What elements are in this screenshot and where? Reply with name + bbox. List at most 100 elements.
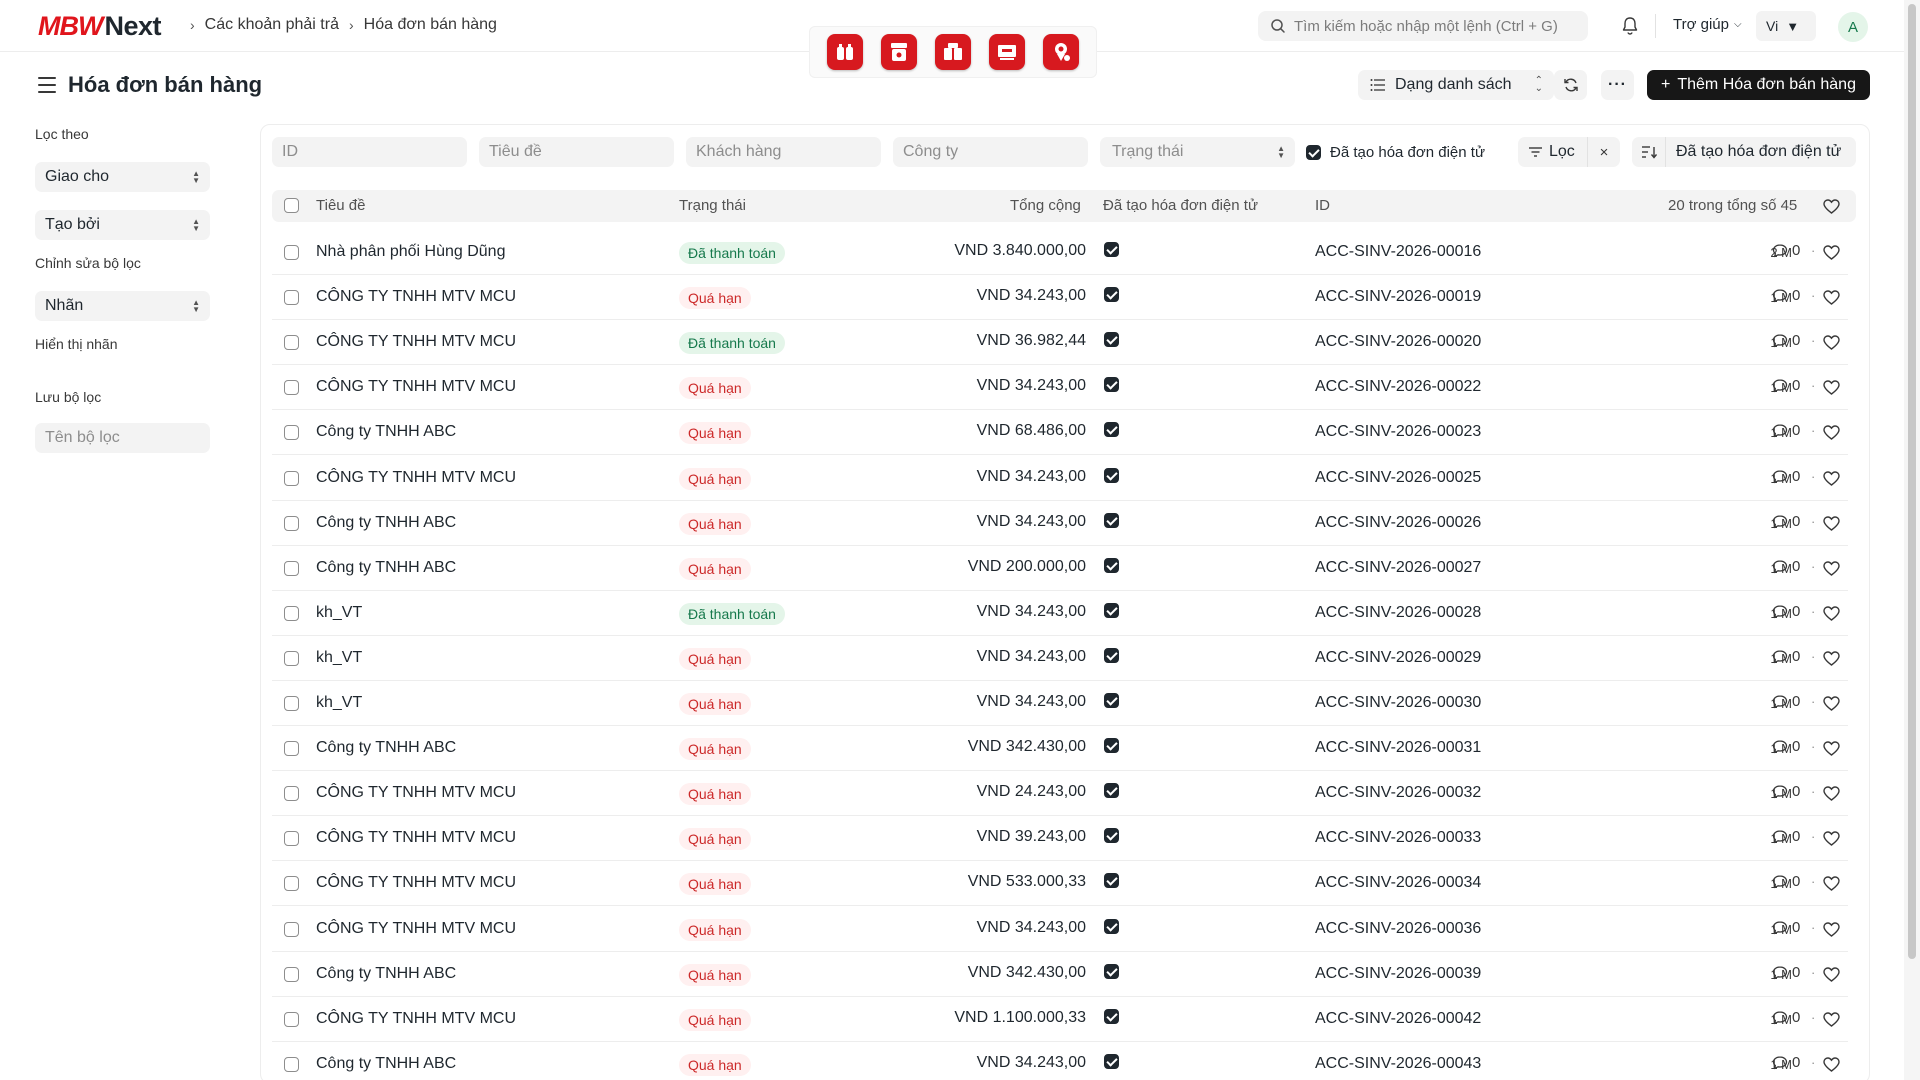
list-row[interactable]: CÔNG TY TNHH MTV MCU Quá hạn VND 34.243,00… <box>272 907 1848 952</box>
row-checkbox[interactable] <box>284 425 299 440</box>
row-title[interactable]: Công ty TNHH ABC <box>316 739 456 757</box>
row-title[interactable]: Công ty TNHH ABC <box>316 559 456 577</box>
comment-count[interactable]: 0 <box>1772 693 1800 710</box>
list-row[interactable]: CÔNG TY TNHH MTV MCU Đã thanh toán VND 36.… <box>272 320 1848 365</box>
row-checkbox[interactable] <box>284 786 299 801</box>
row-title[interactable]: Công ty TNHH ABC <box>316 514 456 532</box>
language-select[interactable]: Vi ▼ <box>1756 11 1816 41</box>
comment-count[interactable]: 0 <box>1772 783 1800 800</box>
heart-icon[interactable] <box>1823 290 1840 305</box>
row-checkbox[interactable] <box>284 1057 299 1072</box>
company-filter-input[interactable] <box>903 143 1088 161</box>
heart-icon[interactable] <box>1823 606 1840 621</box>
heart-icon[interactable] <box>1823 199 1840 214</box>
sort-order-button[interactable] <box>1632 137 1666 167</box>
row-title[interactable]: CÔNG TY TNHH MTV MCU <box>316 874 516 892</box>
filter-name-input[interactable] <box>45 429 200 447</box>
bottles-app-icon[interactable] <box>827 34 863 70</box>
list-row[interactable]: CÔNG TY TNHH MTV MCU Quá hạn VND 24.243,00… <box>272 771 1848 816</box>
row-checkbox[interactable] <box>284 1012 299 1027</box>
heart-icon[interactable] <box>1823 471 1840 486</box>
list-row[interactable]: CÔNG TY TNHH MTV MCU Quá hạn VND 34.243,00… <box>272 365 1848 410</box>
page-scrollbar[interactable] <box>1904 0 1920 1080</box>
row-title[interactable]: kh_VT <box>316 694 362 712</box>
status-filter-select[interactable]: Trạng thái ▲ ▼ <box>1100 137 1295 167</box>
comment-count[interactable]: 0 <box>1772 422 1800 439</box>
customer-filter-input[interactable] <box>696 143 881 161</box>
row-title[interactable]: CÔNG TY TNHH MTV MCU <box>316 1010 516 1028</box>
show-tags-link[interactable]: Hiển thị nhãn <box>35 336 118 352</box>
row-checkbox[interactable] <box>284 606 299 621</box>
list-row[interactable]: kh_VT Quá hạn VND 34.243,00 ACC-SINV-2026-0… <box>272 681 1848 726</box>
row-checkbox[interactable] <box>284 967 299 982</box>
list-row[interactable]: CÔNG TY TNHH MTV MCU Quá hạn VND 34.243,00… <box>272 456 1848 501</box>
row-checkbox[interactable] <box>284 696 299 711</box>
row-title[interactable]: kh_VT <box>316 649 362 667</box>
list-row[interactable]: CÔNG TY TNHH MTV MCU Quá hạn VND 39.243,00… <box>272 816 1848 861</box>
heart-icon[interactable] <box>1823 922 1840 937</box>
sidebar-toggle-icon[interactable] <box>38 77 56 93</box>
more-actions-button[interactable]: ··· <box>1601 70 1634 100</box>
heart-icon[interactable] <box>1823 1057 1840 1072</box>
bell-icon[interactable] <box>1621 16 1639 36</box>
heart-icon[interactable] <box>1823 831 1840 846</box>
boxes-app-icon[interactable] <box>935 34 971 70</box>
comment-count[interactable]: 0 <box>1772 1054 1800 1071</box>
printer-app-icon[interactable] <box>881 34 917 70</box>
list-row[interactable]: Công ty TNHH ABC Quá hạn VND 200.000,00 ACC… <box>272 546 1848 591</box>
comment-count[interactable]: 0 <box>1772 513 1800 530</box>
location-app-icon[interactable] <box>1043 34 1079 70</box>
list-row[interactable]: CÔNG TY TNHH MTV MCU Quá hạn VND 34.243,00… <box>272 275 1848 320</box>
row-title[interactable]: CÔNG TY TNHH MTV MCU <box>316 333 516 351</box>
row-checkbox[interactable] <box>284 245 299 260</box>
list-row[interactable]: Công ty TNHH ABC Quá hạn VND 34.243,00 ACC-… <box>272 1042 1848 1080</box>
tags-select[interactable]: Nhãn ▲ ▼ <box>35 291 210 321</box>
row-title[interactable]: CÔNG TY TNHH MTV MCU <box>316 784 516 802</box>
list-row[interactable]: CÔNG TY TNHH MTV MCU Quá hạn VND 1.100.000… <box>272 997 1848 1042</box>
row-title[interactable]: Công ty TNHH ABC <box>316 423 456 441</box>
heart-icon[interactable] <box>1823 561 1840 576</box>
comment-count[interactable]: 0 <box>1772 964 1800 981</box>
list-row[interactable]: kh_VT Đã thanh toán VND 34.243,00 ACC-SINV-… <box>272 591 1848 636</box>
list-row[interactable]: Công ty TNHH ABC Quá hạn VND 342.430,00 ACC… <box>272 952 1848 997</box>
row-title[interactable]: CÔNG TY TNHH MTV MCU <box>316 378 516 396</box>
comment-count[interactable]: 0 <box>1772 648 1800 665</box>
list-row[interactable]: Công ty TNHH ABC Quá hạn VND 68.486,00 ACC-… <box>272 410 1848 455</box>
created-by-select[interactable]: Tạo bởi ▲ ▼ <box>35 210 210 240</box>
row-checkbox[interactable] <box>284 471 299 486</box>
comment-count[interactable]: 0 <box>1772 873 1800 890</box>
einvoice-filter-checkbox[interactable]: Đã tạo hóa đơn điện tử <box>1306 144 1485 161</box>
comment-count[interactable]: 0 <box>1772 738 1800 755</box>
list-row[interactable]: CÔNG TY TNHH MTV MCU Quá hạn VND 533.000,3… <box>272 861 1848 906</box>
help-dropdown[interactable]: Trợ giúp ⌵ <box>1673 16 1742 33</box>
heart-icon[interactable] <box>1823 1012 1840 1027</box>
breadcrumb-item-sales-invoice[interactable]: Hóa đơn bán hàng <box>364 16 497 34</box>
search-input[interactable] <box>1294 17 1584 35</box>
view-switcher-button[interactable]: Dạng danh sách ⌃ ⌄ <box>1358 70 1554 100</box>
comment-count[interactable]: 0 <box>1772 468 1800 485</box>
filter-name-field[interactable] <box>35 423 210 453</box>
row-checkbox[interactable] <box>284 651 299 666</box>
avatar[interactable]: A <box>1838 12 1868 42</box>
row-title[interactable]: CÔNG TY TNHH MTV MCU <box>316 920 516 938</box>
row-title[interactable]: CÔNG TY TNHH MTV MCU <box>316 288 516 306</box>
company-filter[interactable] <box>893 137 1088 167</box>
row-title[interactable]: Công ty TNHH ABC <box>316 965 456 983</box>
clear-filters-button[interactable]: × <box>1588 144 1620 161</box>
row-checkbox[interactable] <box>284 290 299 305</box>
title-filter-input[interactable] <box>489 143 674 161</box>
assigned-to-select[interactable]: Giao cho ▲ ▼ <box>35 162 210 192</box>
row-checkbox[interactable] <box>284 516 299 531</box>
heart-icon[interactable] <box>1823 245 1840 260</box>
filter-button[interactable]: Lọc <box>1518 137 1588 167</box>
row-title[interactable]: Nhà phân phối Hùng Dũng <box>316 243 505 261</box>
row-checkbox[interactable] <box>284 876 299 891</box>
comment-count[interactable]: 0 <box>1772 828 1800 845</box>
heart-icon[interactable] <box>1823 741 1840 756</box>
heart-icon[interactable] <box>1823 516 1840 531</box>
row-checkbox[interactable] <box>284 335 299 350</box>
heart-icon[interactable] <box>1823 651 1840 666</box>
row-title[interactable]: CÔNG TY TNHH MTV MCU <box>316 829 516 847</box>
comment-count[interactable]: 0 <box>1772 1009 1800 1026</box>
row-checkbox[interactable] <box>284 922 299 937</box>
